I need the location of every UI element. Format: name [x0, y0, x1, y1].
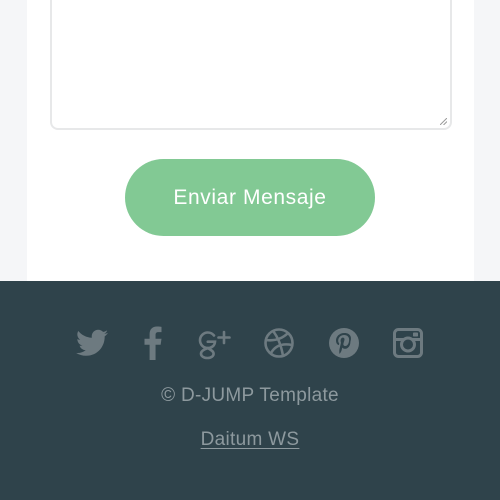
- dribbble-icon: [264, 328, 294, 358]
- send-message-button[interactable]: Enviar Mensaje: [125, 159, 375, 236]
- pinterest-link[interactable]: [324, 323, 364, 363]
- credit: Daitum WS: [0, 429, 500, 451]
- contact-form-card: Enviar Mensaje: [27, 0, 474, 281]
- social-links: [0, 323, 500, 363]
- google-plus-icon: [198, 330, 231, 360]
- pinterest-icon: [329, 328, 359, 358]
- site-footer: © D-JUMP Template Daitum WS: [0, 281, 500, 500]
- twitter-link[interactable]: [72, 323, 112, 363]
- copyright-text: © D-JUMP Template: [161, 385, 339, 406]
- message-textarea[interactable]: [50, 0, 452, 130]
- twitter-icon: [76, 329, 108, 356]
- google-plus-link[interactable]: [193, 323, 233, 363]
- facebook-link[interactable]: [133, 323, 173, 363]
- instagram-icon: [393, 328, 423, 358]
- dribbble-link[interactable]: [259, 323, 299, 363]
- instagram-link[interactable]: [388, 323, 428, 363]
- resize-handle-icon[interactable]: [440, 118, 447, 125]
- credit-link[interactable]: Daitum WS: [201, 429, 300, 450]
- page: Enviar Mensaje © D-JUMP Template Daitum …: [0, 0, 500, 500]
- facebook-icon: [144, 326, 162, 360]
